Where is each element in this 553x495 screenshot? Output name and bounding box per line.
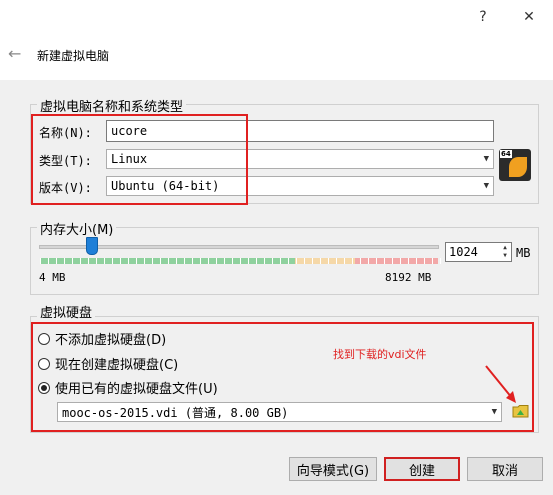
memory-scale-tick (192, 258, 193, 264)
memory-scale-tick (56, 258, 57, 264)
memory-scale-tick (400, 258, 401, 264)
cancel-button[interactable]: 取消 (467, 457, 543, 481)
chevron-down-icon: ▼ (483, 181, 489, 191)
memory-scale-tick (272, 258, 273, 264)
os-type-icon: 64 (499, 149, 531, 181)
memory-scale-tick (336, 258, 337, 264)
memory-slider-handle[interactable] (86, 237, 98, 255)
memory-scale-tick (368, 258, 369, 264)
memory-scale-tick (216, 258, 217, 264)
memory-scale-tick (408, 258, 409, 264)
memory-scale-tick (296, 258, 297, 264)
memory-unit: MB (516, 246, 531, 260)
memory-scale-tick (160, 258, 161, 264)
memory-min-label: 4 MB (39, 271, 66, 284)
memory-scale-tick (208, 258, 209, 264)
os-badge: 64 (500, 150, 512, 158)
memory-scale-tick (376, 258, 377, 264)
guided-mode-button[interactable]: 向导模式(G) (289, 457, 377, 481)
memory-scale-tick (104, 258, 105, 264)
help-icon: ? (479, 9, 487, 25)
memory-scale-tick (288, 258, 289, 264)
memory-scale-tick (312, 258, 313, 264)
memory-scale-tick (232, 258, 233, 264)
memory-spinbox[interactable]: 1024 ▲ ▼ (445, 242, 512, 262)
memory-scale-tick (120, 258, 121, 264)
memory-scale-tick (80, 258, 81, 264)
memory-scale-tick (248, 258, 249, 264)
memory-scale-tick (344, 258, 345, 264)
disk-legend: 虚拟硬盘 (37, 302, 96, 321)
memory-scale-tick (256, 258, 257, 264)
memory-scale-tick (240, 258, 241, 264)
memory-scale-tick (144, 258, 145, 264)
close-icon: ✕ (523, 9, 535, 25)
annotation-box-disk (31, 322, 534, 432)
name-type-legend: 虚拟电脑名称和系统类型 (37, 96, 187, 115)
help-button[interactable]: ? (460, 0, 506, 34)
memory-legend: 内存大小(M) (37, 219, 117, 238)
memory-scale-tick (184, 258, 185, 264)
memory-scale-tick (392, 258, 393, 264)
memory-scale-tick (432, 258, 433, 264)
memory-scale-tick (128, 258, 129, 264)
memory-scale-tick (304, 258, 305, 264)
memory-scale-tick (440, 258, 441, 264)
chevron-down-icon: ▼ (483, 154, 489, 164)
memory-scale-tick (40, 258, 41, 264)
wizard-title: 新建虚拟电脑 (37, 49, 110, 63)
memory-scale-tick (152, 258, 153, 264)
memory-scale-tick (424, 258, 425, 264)
memory-max-label: 8192 MB (385, 271, 432, 284)
memory-scale-tick (72, 258, 73, 264)
annotation-box-name-type (31, 114, 248, 205)
memory-scale-tick (200, 258, 201, 264)
memory-scale-tick (264, 258, 265, 264)
memory-scale-tick (176, 258, 177, 264)
memory-scale-tick (96, 258, 97, 264)
memory-value: 1024 (449, 245, 478, 259)
annotation-arrow-icon (485, 365, 516, 403)
create-button[interactable]: 创建 (384, 457, 460, 481)
back-arrow-icon[interactable]: ← (8, 44, 21, 63)
memory-scale-tick (280, 258, 281, 264)
memory-scale-tick (352, 258, 353, 264)
memory-scale-tick (360, 258, 361, 264)
memory-scale-tick (416, 258, 417, 264)
memory-scale-tick (328, 258, 329, 264)
memory-scale-tick (88, 258, 89, 264)
memory-scale-tick (320, 258, 321, 264)
memory-scale-tick (384, 258, 385, 264)
memory-scale-tick (64, 258, 65, 264)
close-button[interactable]: ✕ (506, 0, 552, 34)
memory-slider-track[interactable] (39, 245, 439, 249)
memory-scale-tick (48, 258, 49, 264)
annotation-text: 找到下载的vdi文件 (333, 348, 427, 361)
memory-scale-tick (112, 258, 113, 264)
memory-scale-tick (136, 258, 137, 264)
spin-arrows-icon[interactable]: ▲ ▼ (499, 243, 511, 261)
memory-scale-tick (224, 258, 225, 264)
memory-scale-tick (168, 258, 169, 264)
